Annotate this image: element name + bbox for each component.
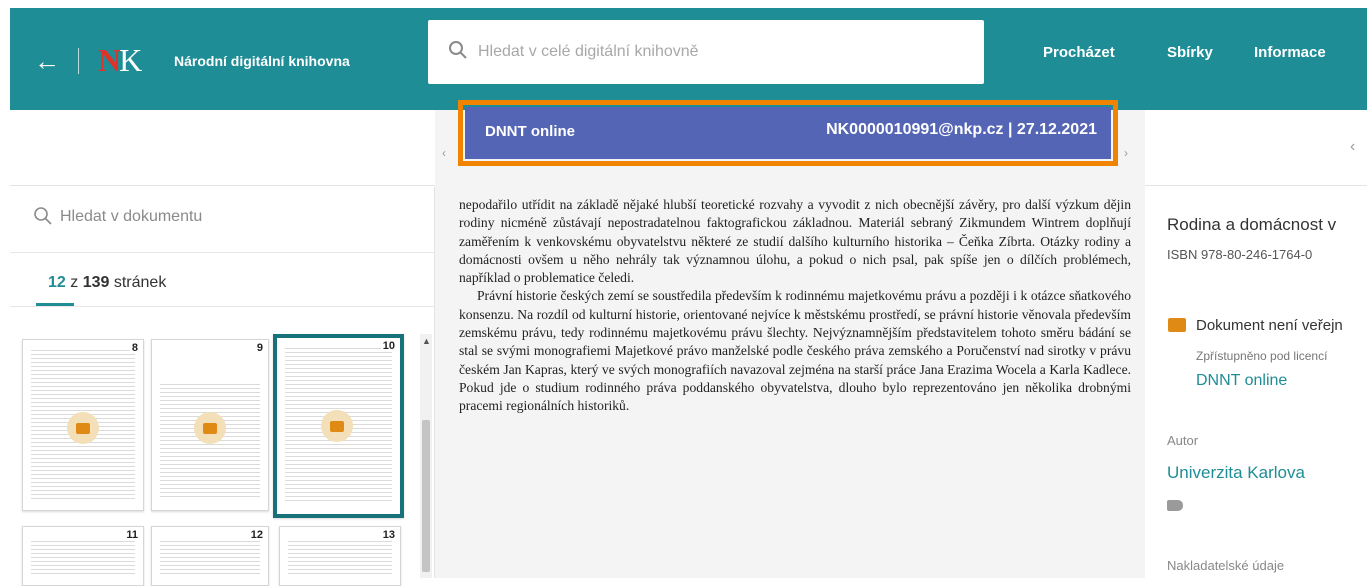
back-arrow-icon[interactable]: ← bbox=[34, 48, 60, 74]
page-thumbnail[interactable]: 12 bbox=[151, 526, 269, 586]
page-thumbnail-active[interactable]: 10 bbox=[273, 334, 404, 518]
thumbnail-page-number: 12 bbox=[248, 529, 265, 541]
total-pages: 139 bbox=[82, 274, 110, 291]
page-paragraph: nepodařilo utřídit na základě nějaké hlu… bbox=[459, 197, 1131, 286]
scrollbar-thumb[interactable] bbox=[422, 420, 430, 572]
thumbnail-text bbox=[31, 541, 135, 575]
nk-logo[interactable]: NK bbox=[98, 44, 148, 76]
search-icon[interactable] bbox=[448, 40, 468, 60]
search-icon[interactable] bbox=[33, 206, 53, 226]
thumbnail-text bbox=[288, 541, 392, 575]
author-label: Autor bbox=[1167, 433, 1199, 448]
collapse-chevron-icon[interactable]: ‹ bbox=[1350, 138, 1355, 156]
thumbnail-page-number: 11 bbox=[124, 529, 140, 541]
chevron-left-icon[interactable]: ‹ bbox=[442, 146, 446, 160]
app-name[interactable]: Národní digitální knihovna bbox=[174, 53, 350, 69]
document-title: Rodina a domácnost v bbox=[1167, 215, 1337, 234]
page-separator: z bbox=[70, 274, 79, 291]
thumbnail-page-number: 9 bbox=[254, 342, 265, 354]
locked-icon bbox=[67, 412, 99, 444]
thumbnail-page-number: 10 bbox=[380, 340, 397, 352]
page-thumbnail[interactable]: 8 bbox=[22, 339, 144, 511]
global-search bbox=[428, 20, 984, 84]
page-thumbnail[interactable]: 13 bbox=[279, 526, 401, 586]
divider bbox=[10, 306, 435, 307]
thumbnail-page-number: 13 bbox=[380, 529, 397, 541]
page-paragraph: Právní historie českých zemí se soustřed… bbox=[459, 288, 1131, 414]
highlight-frame bbox=[458, 100, 1118, 166]
page-counter[interactable]: 12 z 139 stránek bbox=[48, 274, 166, 292]
scroll-up-icon[interactable]: ▲ bbox=[422, 336, 431, 346]
thumbnail-page-number: 8 bbox=[129, 342, 140, 354]
nav-sbirky[interactable]: Sbírky bbox=[1167, 44, 1213, 61]
page-unit: stránek bbox=[113, 274, 167, 291]
chevron-right-icon[interactable]: › bbox=[1124, 146, 1128, 160]
author-link[interactable]: Univerzita Karlova bbox=[1167, 463, 1305, 483]
isbn: ISBN 978-80-246-1764-0 bbox=[1167, 247, 1313, 262]
document-search-input[interactable] bbox=[60, 205, 390, 229]
page-thumbnail[interactable]: 9 bbox=[151, 339, 269, 511]
access-notice: Dokument není veřejn bbox=[1196, 317, 1343, 334]
locked-icon bbox=[194, 412, 226, 444]
publisher-label: Nakladatelské údaje bbox=[1167, 558, 1285, 573]
header-divider bbox=[78, 48, 79, 74]
current-page: 12 bbox=[48, 274, 66, 291]
nav-prochazet[interactable]: Procházet bbox=[1043, 44, 1115, 61]
licence-label: Zpřístupněno pod licencí bbox=[1196, 349, 1328, 363]
page-thumbnail[interactable]: 11 bbox=[22, 526, 144, 586]
tag-icon[interactable] bbox=[1167, 500, 1183, 511]
document-page: nepodařilo utřídit na základě nějaké hlu… bbox=[459, 196, 1131, 578]
nav-informace[interactable]: Informace bbox=[1254, 44, 1326, 61]
divider bbox=[10, 252, 435, 253]
locked-icon bbox=[1168, 318, 1186, 332]
locked-icon bbox=[321, 410, 353, 442]
global-search-input[interactable] bbox=[478, 38, 958, 66]
licence-link[interactable]: DNNT online bbox=[1196, 372, 1287, 390]
thumbnail-text bbox=[160, 541, 260, 575]
